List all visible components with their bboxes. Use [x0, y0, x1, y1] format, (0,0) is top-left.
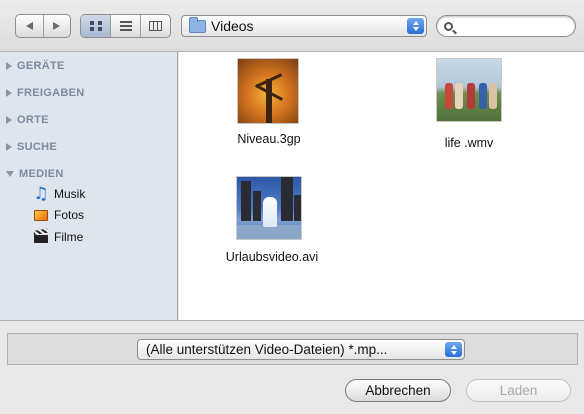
- sidebar-section-medien[interactable]: MEDIEN: [6, 166, 64, 182]
- sidebar-item-filme[interactable]: Filme: [33, 228, 83, 246]
- sidebar-section-suche[interactable]: SUCHE: [6, 139, 57, 155]
- file-name: life .wmv: [444, 136, 494, 150]
- sidebar-item-label: Filme: [54, 230, 84, 244]
- disclosure-triangle-icon: [6, 89, 12, 97]
- file-item-life[interactable]: life .wmv: [399, 56, 539, 152]
- file-type-label: (Alle unterstützen Video-Dateien) *.mp..…: [146, 342, 388, 357]
- list-view-icon: [119, 21, 132, 31]
- disclosure-triangle-icon: [6, 62, 12, 70]
- search-icon: [444, 21, 453, 31]
- file-type-bar: (Alle unterstützen Video-Dateien) *.mp..…: [7, 333, 578, 365]
- folder-icon: [189, 16, 206, 33]
- location-popup[interactable]: Videos: [181, 15, 427, 37]
- file-thumbnail: [237, 58, 299, 124]
- location-label: Videos: [211, 18, 254, 34]
- file-type-popup[interactable]: (Alle unterstützen Video-Dateien) *.mp..…: [137, 339, 465, 360]
- photos-icon: [33, 207, 49, 223]
- file-name: Niveau.3gp: [237, 132, 301, 146]
- file-item-urlaubsvideo[interactable]: Urlaubsvideo.avi: [202, 174, 342, 270]
- sidebar-section-geraete[interactable]: GERÄTE: [6, 58, 65, 74]
- file-item-niveau[interactable]: Niveau.3gp: [199, 56, 339, 152]
- sidebar-item-label: Fotos: [54, 208, 85, 222]
- section-label: MEDIEN: [19, 168, 64, 180]
- disclosure-triangle-icon: [6, 143, 12, 151]
- file-thumbnail: [436, 58, 502, 122]
- view-mode-control: [80, 14, 171, 38]
- sidebar-item-fotos[interactable]: Fotos: [33, 206, 84, 224]
- forward-button[interactable]: [44, 15, 71, 37]
- section-label: FREIGABEN: [17, 87, 85, 99]
- popup-stepper-icon: [407, 18, 424, 34]
- load-button[interactable]: Laden: [466, 379, 571, 402]
- column-view-icon: [149, 21, 162, 31]
- cancel-button[interactable]: Abbrechen: [345, 379, 451, 402]
- back-button[interactable]: [16, 15, 44, 37]
- icon-view-button[interactable]: [81, 15, 111, 37]
- icon-view-icon: [89, 21, 102, 31]
- sidebar: GERÄTE FREIGABEN ORTE SUCHE MEDIEN ♫ Mus…: [0, 52, 178, 320]
- back-arrow-icon: [25, 22, 33, 30]
- sidebar-item-musik[interactable]: ♫ Musik: [33, 185, 85, 203]
- music-icon: ♫: [33, 184, 49, 204]
- sidebar-item-label: Musik: [54, 187, 86, 201]
- movies-icon: [33, 228, 49, 245]
- section-label: SUCHE: [17, 141, 58, 153]
- navigation-control: [15, 14, 71, 38]
- popup-stepper-icon: [445, 342, 462, 357]
- section-label: GERÄTE: [17, 60, 65, 72]
- sidebar-section-orte[interactable]: ORTE: [6, 112, 49, 128]
- sidebar-section-freigaben[interactable]: FREIGABEN: [6, 85, 84, 101]
- list-view-button[interactable]: [111, 15, 141, 37]
- disclosure-triangle-icon: [6, 171, 14, 177]
- column-view-button[interactable]: [141, 15, 170, 37]
- dialog-footer: (Alle unterstützen Video-Dateien) *.mp..…: [0, 320, 584, 414]
- file-thumbnail: [236, 176, 302, 240]
- disclosure-triangle-icon: [6, 116, 12, 124]
- file-browser: Niveau.3gp life .wmv Urlaubsvideo.avi: [179, 52, 584, 320]
- file-name: Urlaubsvideo.avi: [225, 250, 319, 264]
- forward-arrow-icon: [53, 22, 61, 30]
- search-input[interactable]: [459, 19, 569, 33]
- search-field[interactable]: [436, 15, 576, 37]
- toolbar: Videos: [0, 0, 584, 52]
- section-label: ORTE: [17, 114, 49, 126]
